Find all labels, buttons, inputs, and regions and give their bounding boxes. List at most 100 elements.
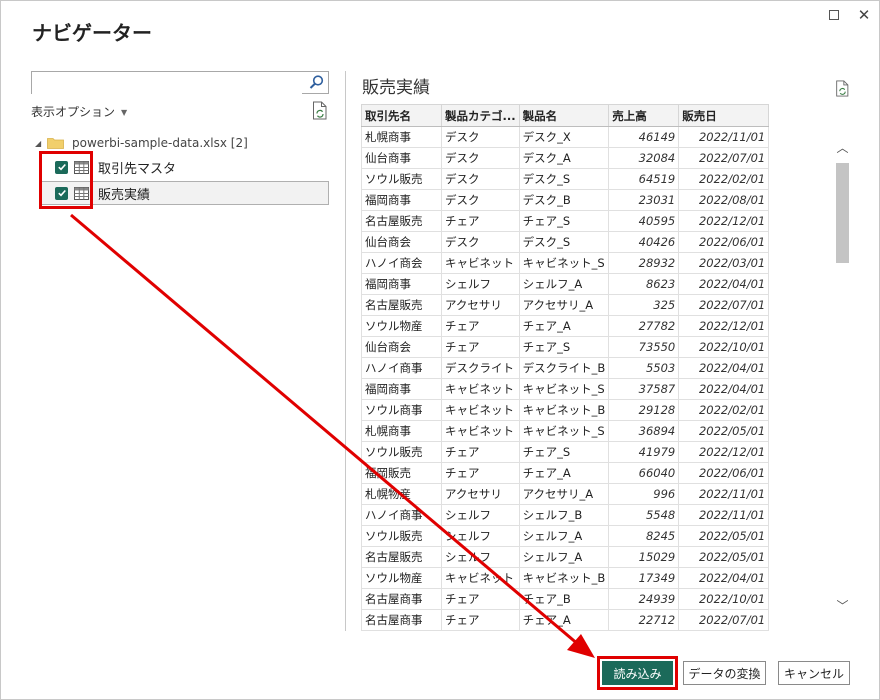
table-cell: 2022/10/01 bbox=[678, 588, 770, 610]
table-row: 福岡商事 キャビネット キャビネット_S 37587 2022/04/01 bbox=[361, 378, 770, 400]
table-cell: キャビネット_S bbox=[518, 378, 610, 400]
table-cell: ソウル販売 bbox=[361, 441, 442, 463]
scroll-up-icon[interactable]: ︿ bbox=[834, 139, 851, 159]
table-cell: 2022/05/01 bbox=[678, 546, 770, 568]
table-cell: 福岡商事 bbox=[361, 189, 442, 211]
table-cell: チェア_S bbox=[518, 210, 610, 232]
table-cell: 2022/04/01 bbox=[678, 357, 770, 379]
table-cell: デスク_X bbox=[518, 126, 610, 148]
table-row: 名古屋販売 シェルフ シェルフ_A 15029 2022/05/01 bbox=[361, 546, 770, 568]
close-icon: ✕ bbox=[857, 6, 871, 24]
table-cell: キャビネット bbox=[441, 399, 520, 421]
table-cell: 仙台商会 bbox=[361, 231, 442, 253]
table-cell: シェルフ bbox=[441, 504, 520, 526]
table-row: 福岡商事 シェルフ シェルフ_A 8623 2022/04/01 bbox=[361, 273, 770, 295]
table-cell: チェア_B bbox=[518, 588, 610, 610]
table-cell: 2022/07/01 bbox=[678, 294, 770, 316]
column-header[interactable]: 製品名 bbox=[518, 104, 610, 127]
table-cell: 37587 bbox=[608, 378, 680, 400]
table-cell: ハノイ商事 bbox=[361, 357, 442, 379]
search-icon[interactable] bbox=[308, 74, 325, 91]
column-header[interactable]: 製品カテゴ... bbox=[441, 104, 520, 127]
table-cell: 名古屋商事 bbox=[361, 588, 442, 610]
tree-root-label: powerbi-sample-data.xlsx [2] bbox=[72, 136, 248, 150]
tree-item-label: 取引先マスタ bbox=[98, 161, 177, 177]
refresh-document-icon[interactable] bbox=[312, 101, 328, 120]
scrollbar-thumb[interactable] bbox=[836, 163, 849, 263]
table-row: 札幌商事 キャビネット キャビネット_S 36894 2022/05/01 bbox=[361, 420, 770, 442]
table-cell: 41979 bbox=[608, 441, 680, 463]
table-row: ハノイ商会 キャビネット キャビネット_S 28932 2022/03/01 bbox=[361, 252, 770, 274]
table-cell: チェア bbox=[441, 315, 520, 337]
expand-triangle-icon[interactable]: ◢ bbox=[35, 139, 47, 148]
table-cell: チェア bbox=[441, 588, 520, 610]
table-cell: 17349 bbox=[608, 567, 680, 589]
tree-root-file[interactable]: ◢ powerbi-sample-data.xlsx [2] bbox=[35, 134, 248, 152]
table-cell: 2022/05/01 bbox=[678, 525, 770, 547]
table-cell: 仙台商会 bbox=[361, 336, 442, 358]
table-cell: 29128 bbox=[608, 399, 680, 421]
table-cell: デスク bbox=[441, 126, 520, 148]
table-cell: 2022/04/01 bbox=[678, 567, 770, 589]
column-header[interactable]: 販売日 bbox=[678, 104, 770, 127]
close-button[interactable]: ✕ bbox=[855, 6, 873, 24]
cancel-button[interactable]: キャンセル bbox=[778, 661, 850, 685]
table-cell: シェルフ bbox=[441, 273, 520, 295]
table-row: 札幌物産 アクセサリ アクセサリ_A 996 2022/11/01 bbox=[361, 483, 770, 505]
pane-divider bbox=[345, 71, 346, 631]
table-cell: デスク bbox=[441, 147, 520, 169]
table-cell: 福岡商事 bbox=[361, 273, 442, 295]
table-cell: チェア bbox=[441, 336, 520, 358]
search-field[interactable] bbox=[32, 72, 302, 94]
table-cell: キャビネット_S bbox=[518, 420, 610, 442]
table-cell: 2022/04/01 bbox=[678, 378, 770, 400]
table-cell: 27782 bbox=[608, 315, 680, 337]
display-options-dropdown[interactable]: 表示オプション ▼ bbox=[31, 103, 127, 120]
chevron-down-icon: ▼ bbox=[121, 108, 128, 117]
table-cell: デスク bbox=[441, 189, 520, 211]
table-row: ソウル販売 シェルフ シェルフ_A 8245 2022/05/01 bbox=[361, 525, 770, 547]
table-cell: 8245 bbox=[608, 525, 680, 547]
table-row: 名古屋販売 チェア チェア_S 40595 2022/12/01 bbox=[361, 210, 770, 232]
table-cell: 2022/11/01 bbox=[678, 504, 770, 526]
table-row: ソウル物産 チェア チェア_A 27782 2022/12/01 bbox=[361, 315, 770, 337]
table-cell: デスク_A bbox=[518, 147, 610, 169]
search-input[interactable] bbox=[31, 71, 329, 94]
table-cell: 5503 bbox=[608, 357, 680, 379]
table-row: ソウル販売 チェア チェア_S 41979 2022/12/01 bbox=[361, 441, 770, 463]
table-row: 名古屋販売 アクセサリ アクセサリ_A 325 2022/07/01 bbox=[361, 294, 770, 316]
navigator-dialog: ナビゲーター ✕ 表示オプション ▼ ◢ powerbi-sample-data.… bbox=[0, 0, 880, 700]
table-cell: ソウル販売 bbox=[361, 168, 442, 190]
table-row: ソウル販売 デスク デスク_S 64519 2022/02/01 bbox=[361, 168, 770, 190]
table-row: 仙台商会 デスク デスク_S 40426 2022/06/01 bbox=[361, 231, 770, 253]
tree-item-label: 販売実績 bbox=[98, 187, 151, 203]
table-row: ソウル商事 キャビネット キャビネット_B 29128 2022/02/01 bbox=[361, 399, 770, 421]
vertical-scrollbar[interactable]: ︿ ﹀ bbox=[834, 127, 851, 631]
table-cell: 2022/12/01 bbox=[678, 315, 770, 337]
maximize-button[interactable] bbox=[825, 6, 843, 24]
table-cell: チェア bbox=[441, 462, 520, 484]
table-cell: チェア_S bbox=[518, 336, 610, 358]
table-cell: 札幌物産 bbox=[361, 483, 442, 505]
table-cell: チェア_A bbox=[518, 462, 610, 484]
table-cell: チェア_A bbox=[518, 609, 610, 631]
table-row: 名古屋商事 チェア チェア_A 22712 2022/07/01 bbox=[361, 609, 770, 631]
column-header[interactable]: 取引先名 bbox=[361, 104, 442, 127]
table-cell: 名古屋販売 bbox=[361, 294, 442, 316]
table-cell: 996 bbox=[608, 483, 680, 505]
transform-data-button[interactable]: データの変換 bbox=[683, 661, 766, 685]
table-cell: デスクライト_B bbox=[518, 357, 610, 379]
column-header[interactable]: 売上高 bbox=[608, 104, 680, 127]
display-options-label: 表示オプション bbox=[31, 105, 116, 119]
scroll-down-icon[interactable]: ﹀ bbox=[834, 597, 851, 617]
load-button[interactable]: 読み込み bbox=[602, 661, 673, 685]
table-cell: 2022/10/01 bbox=[678, 336, 770, 358]
dialog-title: ナビゲーター bbox=[32, 21, 152, 45]
table-cell: 2022/07/01 bbox=[678, 147, 770, 169]
table-cell: チェア bbox=[441, 609, 520, 631]
table-cell: デスク_S bbox=[518, 168, 610, 190]
refresh-preview-icon[interactable] bbox=[835, 80, 850, 97]
table-cell: キャビネット bbox=[441, 378, 520, 400]
table-cell: 2022/12/01 bbox=[678, 210, 770, 232]
table-cell: 2022/06/01 bbox=[678, 462, 770, 484]
